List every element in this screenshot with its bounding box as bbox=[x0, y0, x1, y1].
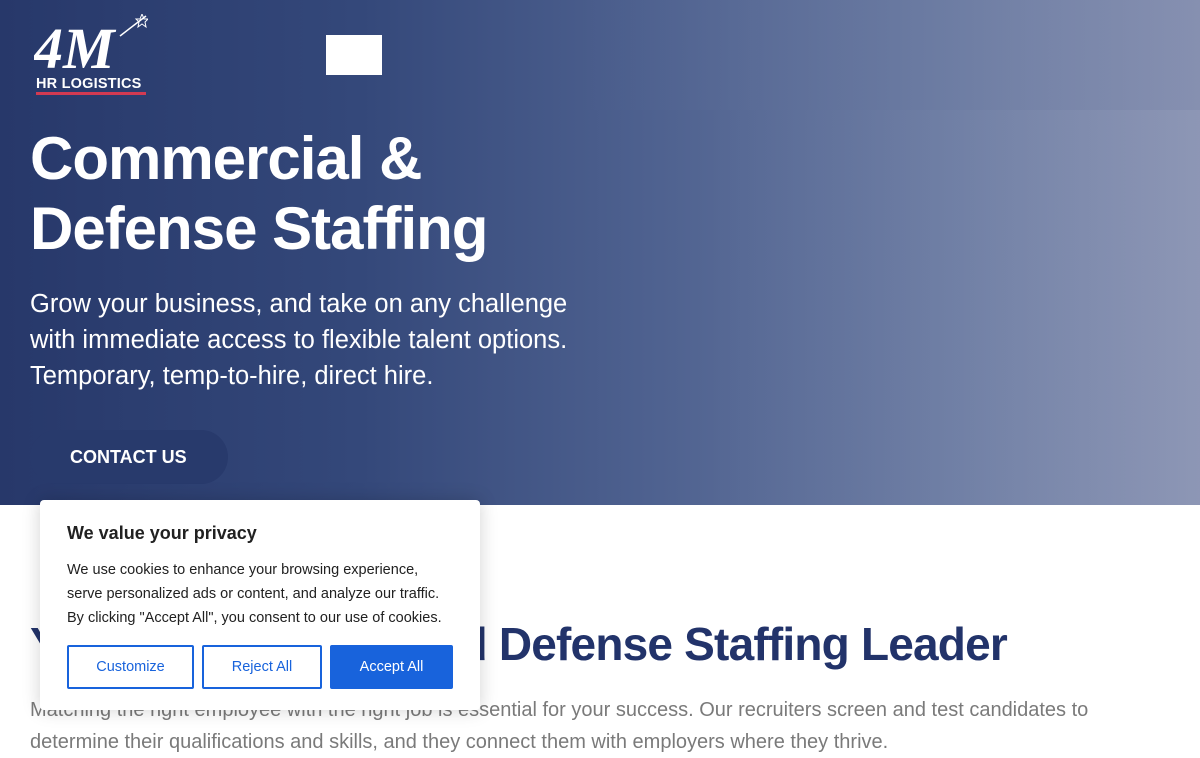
accept-all-button[interactable]: Accept All bbox=[330, 645, 453, 689]
hero-title-line1: Commercial & bbox=[30, 125, 422, 192]
menu-button[interactable] bbox=[326, 35, 382, 75]
cookie-title: We value your privacy bbox=[67, 523, 257, 543]
contact-us-button[interactable]: CONTACT US bbox=[30, 430, 228, 484]
svg-text:4M: 4M bbox=[34, 16, 117, 76]
logo-name: HR LOGISTICS bbox=[36, 76, 142, 92]
hero-title: Commercial & Defense Staffing bbox=[30, 124, 630, 264]
hero-title-line2: Defense Staffing bbox=[30, 195, 488, 262]
logo-mark-icon: 4M bbox=[34, 14, 148, 76]
cookie-text: We use cookies to enhance your browsing … bbox=[67, 562, 442, 626]
cookie-consent-banner: We value your privacy We use cookies to … bbox=[40, 500, 480, 710]
reject-all-button[interactable]: Reject All bbox=[202, 645, 322, 689]
customize-button[interactable]: Customize bbox=[67, 645, 194, 689]
cookie-buttons: Customize Reject All Accept All bbox=[67, 645, 453, 689]
logo-tagline-bar bbox=[36, 92, 146, 95]
hero-background-panel bbox=[700, 110, 1200, 505]
hero-subtitle: Grow your business, and take on any chal… bbox=[30, 290, 568, 390]
logo[interactable]: 4M HR LOGISTICS bbox=[34, 14, 148, 98]
hero-section: 4M HR LOGISTICS Commercial & Defense Sta… bbox=[0, 0, 1200, 505]
hero-background-strip bbox=[570, 0, 1200, 110]
